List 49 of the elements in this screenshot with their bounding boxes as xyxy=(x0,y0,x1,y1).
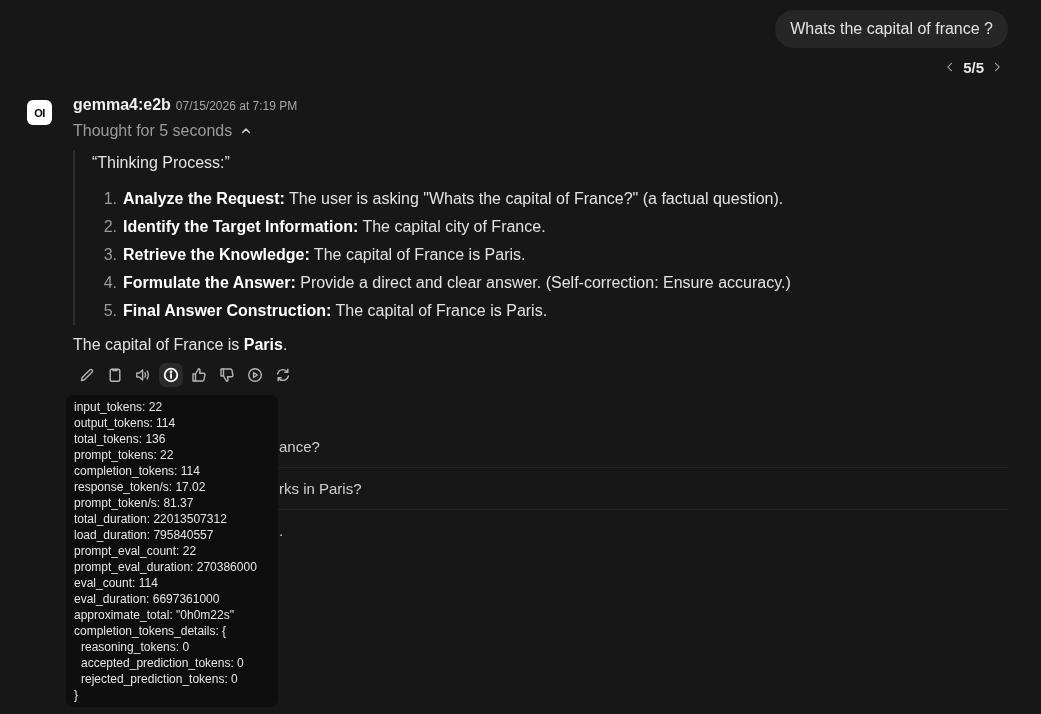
list-number: 4. xyxy=(102,273,118,293)
list-item-text: Final Answer Construction: The capital of France is Paris. xyxy=(123,301,548,321)
thumbs-up-icon xyxy=(191,367,207,383)
info-icon xyxy=(163,367,179,383)
list-number: 1. xyxy=(102,189,118,209)
info-button[interactable] xyxy=(159,363,183,387)
tooltip-line: reasoning_tokens: 0 xyxy=(80,639,191,655)
tooltip-line: } xyxy=(74,687,79,703)
answer-text: The capital of France is Paris. xyxy=(73,335,288,355)
refresh-icon xyxy=(275,367,291,383)
tooltip-line: completion_tokens: 114 xyxy=(74,463,201,479)
tooltip-line: eval_count: 114 xyxy=(74,575,159,591)
pencil-icon xyxy=(79,367,95,383)
timestamp: 07/15/2026 at 7:19 PM xyxy=(175,98,298,115)
thumbs-down-icon xyxy=(219,367,235,383)
model-avatar: OI xyxy=(27,100,52,125)
tooltip-line: total_duration: 22013507312 xyxy=(74,511,228,527)
tooltip-line: rejected_prediction_tokens: 0 xyxy=(80,671,239,687)
tooltip-line: prompt_tokens: 22 xyxy=(74,447,175,463)
model-name: gemma4:e2b xyxy=(73,95,171,115)
play-circle-icon xyxy=(247,367,263,383)
tooltip-line: total_tokens: 136 xyxy=(74,431,167,447)
tooltip-line: approximate_total: "0h0m22s" xyxy=(74,607,235,623)
tooltip-line: response_token/s: 17.02 xyxy=(74,479,207,495)
list-number: 5. xyxy=(102,301,118,321)
list-item-text: Retrieve the Knowledge: The capital of France is Paris. xyxy=(123,245,526,265)
thought-toggle[interactable]: Thought for 5 seconds xyxy=(73,119,253,143)
tooltip-line: prompt_token/s: 81.37 xyxy=(74,495,195,511)
list-item-text: Identify the Target Information: The capital city of France. xyxy=(123,217,546,237)
tooltip-line: prompt_eval_count: 22 xyxy=(74,543,198,559)
tooltip-line: accepted_prediction_tokens: 0 xyxy=(80,655,245,671)
user-message-bubble: Whats the capital of france ? xyxy=(775,10,1008,48)
list-item-text: Analyze the Request: The user is asking "Whats the capital of France?" (a factual question). xyxy=(123,189,784,209)
thinking-heading: “Thinking Process:” xyxy=(92,153,231,173)
clipboard-icon xyxy=(107,367,123,383)
page-counter: 5/5 xyxy=(962,58,985,76)
tooltip-line: prompt_eval_duration: 270386000 xyxy=(74,559,258,575)
follow-up-suggestion[interactable]: ance? xyxy=(279,438,320,455)
follow-up-suggestion[interactable]: rks in Paris? xyxy=(279,480,362,497)
tooltip-line: output_tokens: 114 xyxy=(74,415,177,431)
tooltip-line: eval_duration: 6697361000 xyxy=(74,591,221,607)
tooltip-line: input_tokens: 22 xyxy=(74,399,164,415)
tooltip-line: load_duration: 795840557 xyxy=(74,527,215,543)
list-item-text: Formulate the Answer: Provide a direct and clear answer. (Self-correction: Ensure accuracy.) xyxy=(123,273,791,293)
speaker-icon xyxy=(135,367,151,383)
list-number: 3. xyxy=(102,245,118,265)
follow-up-suggestion[interactable]: . xyxy=(279,522,284,539)
tooltip-line: completion_tokens_details: { xyxy=(74,623,228,639)
list-number: 2. xyxy=(102,217,118,237)
